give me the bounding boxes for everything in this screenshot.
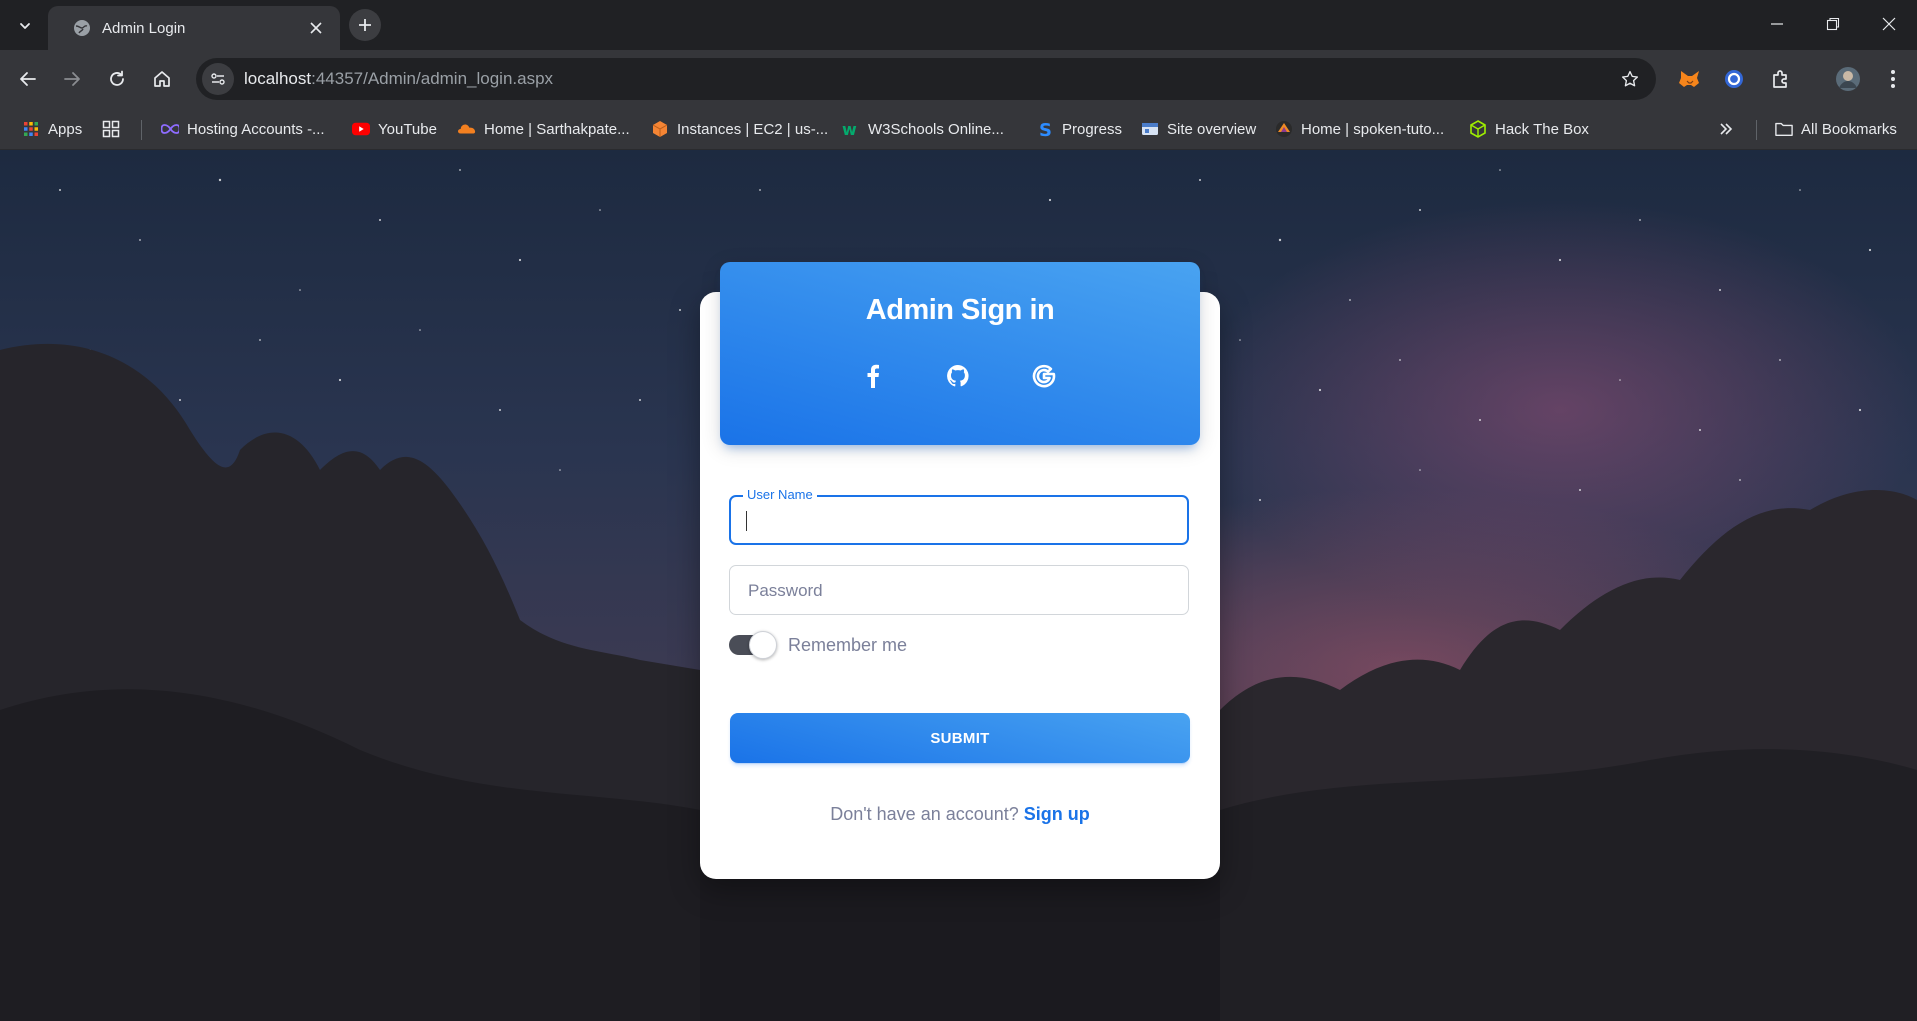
bookmark-label: Instances | EC2 | us-... bbox=[677, 120, 829, 138]
svg-text:w: w bbox=[842, 121, 857, 137]
tab-groups-button[interactable] bbox=[102, 116, 128, 142]
browser-toolbar: localhost:44357/Admin/admin_login.aspx bbox=[0, 50, 1917, 108]
google-icon[interactable] bbox=[1027, 359, 1061, 393]
tab-search-chevron-icon[interactable] bbox=[12, 13, 38, 39]
close-tab-icon[interactable] bbox=[304, 16, 328, 40]
home-icon[interactable] bbox=[146, 63, 178, 95]
signup-link[interactable]: Sign up bbox=[1024, 804, 1090, 824]
extensions-puzzle-icon[interactable] bbox=[1765, 63, 1797, 95]
close-window-icon[interactable] bbox=[1866, 6, 1912, 42]
bookmark-w3schools[interactable]: w W3Schools Online... bbox=[842, 116, 1004, 142]
toggle-knob bbox=[749, 631, 777, 659]
bookmarks-divider bbox=[1756, 120, 1757, 140]
login-card-header: Admin Sign in bbox=[720, 262, 1200, 445]
cube-icon bbox=[1469, 120, 1487, 138]
url-path: :44357/Admin/admin_login.aspx bbox=[311, 69, 554, 88]
signup-prompt: Don't have an account? Sign up bbox=[700, 804, 1220, 825]
all-bookmarks-label: All Bookmarks bbox=[1801, 120, 1897, 138]
bookmark-site-overview[interactable]: Site overview bbox=[1141, 116, 1256, 142]
remember-me-label[interactable]: Remember me bbox=[788, 635, 907, 656]
text-caret bbox=[746, 511, 747, 531]
remember-me-toggle[interactable] bbox=[729, 631, 777, 659]
bookmark-label: Hosting Accounts -... bbox=[187, 120, 325, 138]
signup-prompt-text: Don't have an account? bbox=[830, 804, 1019, 824]
url-host: localhost bbox=[244, 69, 312, 88]
facebook-icon[interactable] bbox=[856, 359, 890, 393]
extension-circle-icon[interactable] bbox=[1718, 63, 1750, 95]
github-icon[interactable] bbox=[941, 359, 975, 393]
youtube-icon bbox=[352, 120, 370, 138]
bookmark-label: Home | Sarthakpate... bbox=[484, 120, 630, 138]
tab-groups-icon bbox=[102, 120, 120, 138]
reload-icon[interactable] bbox=[101, 63, 133, 95]
more-bookmarks-chevron-icon[interactable] bbox=[1718, 116, 1734, 142]
password-field[interactable]: Password bbox=[729, 565, 1189, 615]
address-bar[interactable]: localhost:44357/Admin/admin_login.aspx bbox=[196, 58, 1656, 100]
bookmark-label: Progress bbox=[1062, 120, 1123, 138]
plus-icon bbox=[359, 19, 371, 31]
all-bookmarks-button[interactable]: All Bookmarks bbox=[1775, 116, 1897, 142]
tab-strip: Admin Login bbox=[0, 0, 1917, 50]
browser-menu-icon[interactable] bbox=[1877, 63, 1909, 95]
bookmark-progress[interactable]: S Progress bbox=[1036, 116, 1122, 142]
submit-button[interactable]: SUBMIT bbox=[730, 713, 1190, 763]
minimize-window-icon[interactable] bbox=[1754, 6, 1800, 42]
bookmark-label: YouTube bbox=[378, 120, 437, 138]
svg-text:S: S bbox=[1039, 120, 1052, 138]
apps-grid-icon bbox=[22, 120, 40, 138]
folder-icon bbox=[1775, 120, 1793, 138]
bookmark-youtube[interactable]: YouTube bbox=[352, 116, 437, 142]
site-info-icon[interactable] bbox=[202, 63, 234, 95]
bookmarks-bar: Apps Hosting Accounts -... YouTube Home … bbox=[0, 108, 1917, 150]
restore-window-icon[interactable] bbox=[1810, 6, 1856, 42]
bookmark-spoken-tutorial[interactable]: Home | spoken-tuto... bbox=[1275, 116, 1444, 142]
bookmark-label: Home | spoken-tuto... bbox=[1301, 120, 1445, 138]
bookmarks-divider bbox=[141, 120, 142, 140]
aws-icon bbox=[651, 120, 669, 138]
page-viewport: Admin Sign in User Name Password Remembe… bbox=[0, 150, 1917, 1021]
url-text[interactable]: localhost:44357/Admin/admin_login.aspx bbox=[244, 69, 1614, 89]
bookmark-label: Apps bbox=[48, 120, 83, 138]
globe-icon bbox=[74, 20, 90, 36]
new-tab-button[interactable] bbox=[349, 9, 381, 41]
infinity-icon bbox=[161, 120, 179, 138]
bookmark-label: W3Schools Online... bbox=[868, 120, 1004, 138]
site-icon bbox=[1141, 120, 1159, 138]
bookmark-apps[interactable]: Apps bbox=[22, 116, 82, 142]
tab-title: Admin Login bbox=[102, 19, 186, 37]
forward-arrow-icon[interactable] bbox=[56, 63, 88, 95]
bookmark-ec2-instances[interactable]: Instances | EC2 | us-... bbox=[651, 116, 828, 142]
bookmark-label: Hack The Box bbox=[1495, 120, 1589, 138]
bookmark-star-icon[interactable] bbox=[1614, 63, 1646, 95]
bookmark-hack-the-box[interactable]: Hack The Box bbox=[1469, 116, 1589, 142]
s-logo-icon: S bbox=[1036, 120, 1054, 138]
w3schools-icon: w bbox=[842, 120, 860, 138]
bookmark-hosting-accounts[interactable]: Hosting Accounts -... bbox=[161, 116, 325, 142]
back-arrow-icon[interactable] bbox=[12, 63, 44, 95]
login-card: Admin Sign in User Name Password Remembe… bbox=[700, 262, 1220, 879]
cloudflare-icon bbox=[458, 120, 476, 138]
active-tab[interactable]: Admin Login bbox=[48, 6, 340, 50]
page-title: Admin Sign in bbox=[865, 294, 1055, 326]
bookmark-sarthakpatel[interactable]: Home | Sarthakpate... bbox=[458, 116, 630, 142]
username-field[interactable]: User Name bbox=[729, 487, 1189, 545]
profile-avatar[interactable] bbox=[1832, 63, 1864, 95]
username-label: User Name bbox=[743, 487, 817, 502]
password-placeholder: Password bbox=[748, 581, 823, 600]
metamask-icon[interactable] bbox=[1674, 63, 1706, 95]
bookmark-label: Site overview bbox=[1167, 120, 1257, 138]
spoken-tutorial-icon bbox=[1275, 120, 1293, 138]
